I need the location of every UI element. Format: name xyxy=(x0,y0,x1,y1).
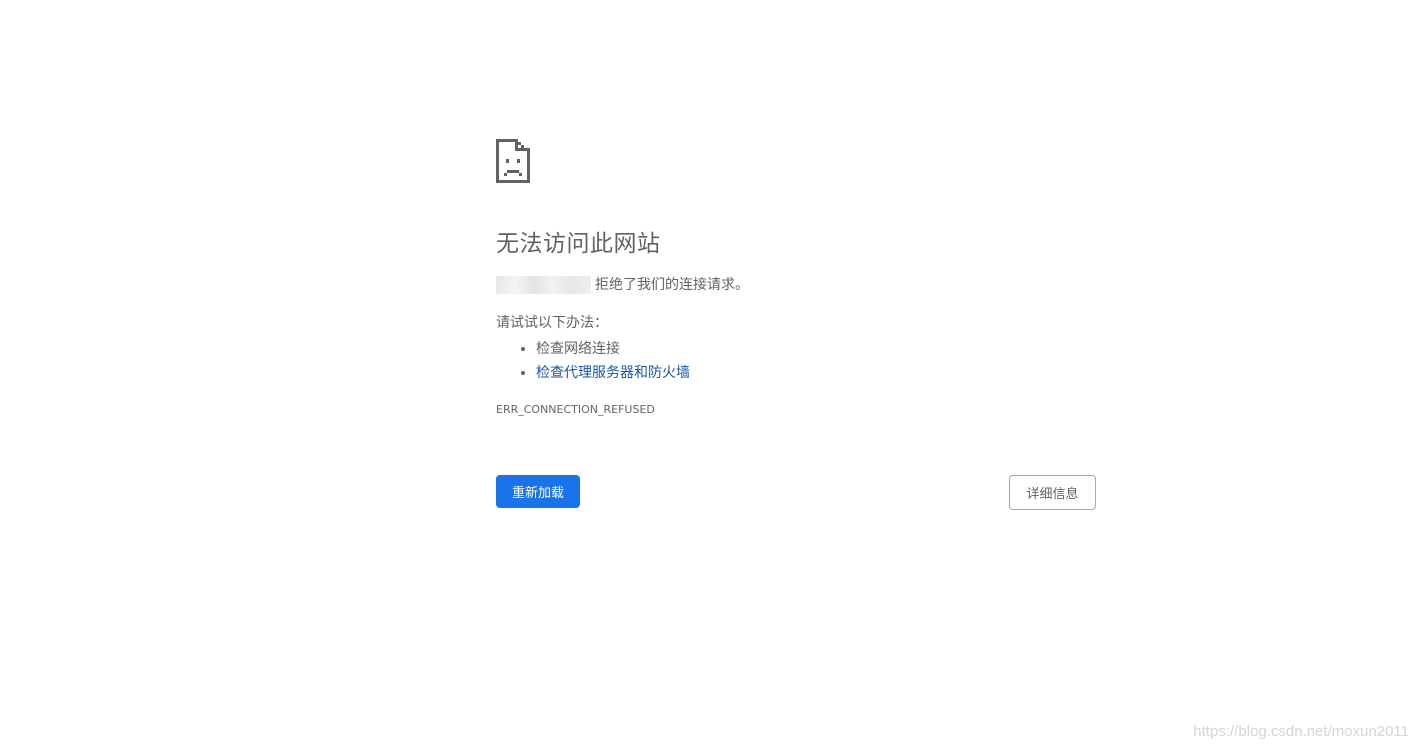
error-page: 无法访问此网站 拒绝了我们的连接请求。 请试试以下办法： 检查网络连接 检查代理… xyxy=(0,0,1417,748)
error-code: ERR_CONNECTION_REFUSED xyxy=(496,403,655,416)
page-title: 无法访问此网站 xyxy=(496,231,661,257)
reload-button[interactable]: 重新加载 xyxy=(496,475,580,508)
error-message: 拒绝了我们的连接请求。 xyxy=(496,275,1096,295)
suggestion-item-check-network: 检查网络连接 xyxy=(536,337,1096,361)
suggestion-item-check-proxy: 检查代理服务器和防火墙 xyxy=(536,361,1096,385)
sad-page-icon xyxy=(496,139,530,183)
suggestions-header: 请试试以下办法： xyxy=(496,315,608,331)
suggestions-list: 检查网络连接 检查代理服务器和防火墙 xyxy=(496,337,1096,385)
error-content: 无法访问此网站 拒绝了我们的连接请求。 请试试以下办法： 检查网络连接 检查代理… xyxy=(496,139,1096,417)
watermark: https://blog.csdn.net/moxun2011 xyxy=(1193,723,1409,740)
redacted-host-name xyxy=(496,276,591,294)
details-button[interactable]: 详细信息 xyxy=(1009,475,1096,510)
error-message-text: 拒绝了我们的连接请求。 xyxy=(595,277,749,293)
button-row: 重新加载 详细信息 xyxy=(496,475,1096,510)
suggestion-label: 检查网络连接 xyxy=(536,341,620,357)
check-proxy-firewall-link[interactable]: 检查代理服务器和防火墙 xyxy=(536,365,690,381)
